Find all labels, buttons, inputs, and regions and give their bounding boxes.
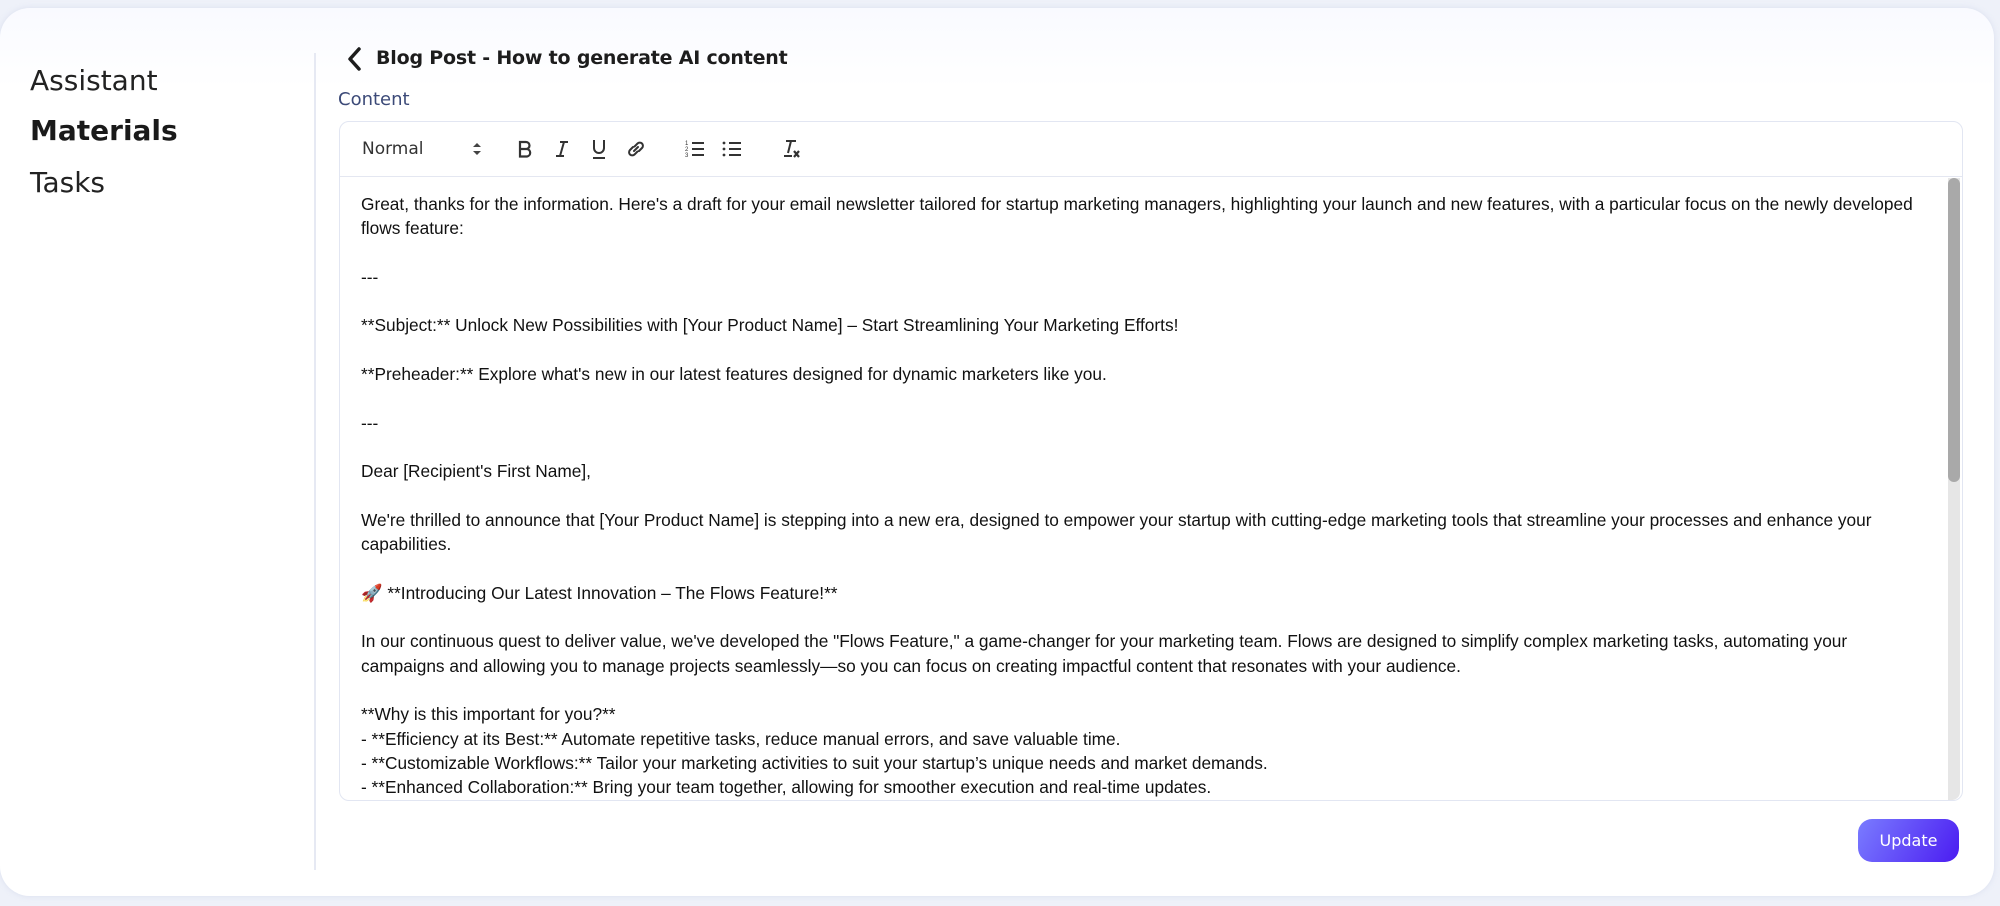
editor-scrollbar[interactable] xyxy=(1948,178,1960,800)
up-down-icon xyxy=(473,143,481,155)
link-button[interactable] xyxy=(621,122,651,176)
italic-icon xyxy=(556,141,568,157)
ordered-list-button[interactable]: 123 xyxy=(680,122,710,176)
scrollbar-thumb[interactable] xyxy=(1948,178,1960,482)
content-label: Content xyxy=(338,89,410,110)
editor-paragraph: We're thrilled to announce that [Your Pr… xyxy=(361,509,1877,555)
empty-line xyxy=(361,338,1918,362)
format-select-value: Normal xyxy=(362,139,424,159)
sidebar-item-materials[interactable]: Materials xyxy=(30,114,178,147)
ordered-list-icon: 123 xyxy=(685,141,704,159)
underline-button[interactable] xyxy=(584,122,614,176)
sidebar-divider xyxy=(314,53,316,870)
bold-icon xyxy=(518,140,532,158)
editor-paragraph: **Why is this important for you?** xyxy=(361,704,616,725)
editor-paragraph: **Preheader:** Explore what's new in our… xyxy=(361,364,1107,385)
empty-line xyxy=(361,241,1918,265)
empty-line xyxy=(361,678,1918,702)
back-button[interactable] xyxy=(344,46,366,72)
editor-paragraph: **Subject:** Unlock New Possibilities wi… xyxy=(361,315,1179,336)
rich-text-editor: Normal 123 Great, thanks for the informa… xyxy=(339,121,1963,801)
chevron-left-icon xyxy=(348,47,361,71)
italic-button[interactable] xyxy=(547,122,577,176)
page-title: Blog Post - How to generate AI content xyxy=(376,47,788,69)
editor-paragraph: 🚀 **Introducing Our Latest Innovation – … xyxy=(361,582,838,603)
clear-formatting-icon xyxy=(784,140,800,158)
editor-content[interactable]: Great, thanks for the information. Here'… xyxy=(340,178,1962,800)
empty-line xyxy=(361,484,1918,508)
empty-line xyxy=(361,605,1918,629)
editor-paragraph: - **Customizable Workflows:** Tailor you… xyxy=(361,752,1268,773)
empty-line xyxy=(361,556,1918,580)
link-icon xyxy=(628,141,644,157)
empty-line xyxy=(361,386,1918,410)
empty-line xyxy=(361,435,1918,459)
sidebar-item-tasks[interactable]: Tasks xyxy=(30,166,105,199)
editor-paragraph: In our continuous quest to deliver value… xyxy=(361,631,1852,676)
editor-paragraph: --- xyxy=(361,266,379,287)
format-select[interactable]: Normal xyxy=(362,122,482,176)
editor-paragraph: Dear [Recipient's First Name], xyxy=(361,461,591,482)
editor-paragraph: --- xyxy=(361,412,379,433)
clear-formatting-button[interactable] xyxy=(776,122,806,176)
bullet-list-icon xyxy=(722,141,741,157)
update-button[interactable]: Update xyxy=(1858,819,1959,862)
editor-paragraph: Great, thanks for the information. Here'… xyxy=(361,194,1918,239)
underline-icon xyxy=(593,140,605,159)
sidebar-item-assistant[interactable]: Assistant xyxy=(30,64,158,97)
editor-paragraph: - **Enhanced Collaboration:** Bring your… xyxy=(361,777,1212,798)
svg-text:3: 3 xyxy=(685,153,689,159)
bold-button[interactable] xyxy=(510,122,540,176)
editor-toolbar: Normal 123 xyxy=(340,122,1962,177)
empty-line xyxy=(361,289,1918,313)
editor-paragraph: - **Efficiency at its Best:** Automate r… xyxy=(361,728,1121,749)
bullet-list-button[interactable] xyxy=(717,122,747,176)
